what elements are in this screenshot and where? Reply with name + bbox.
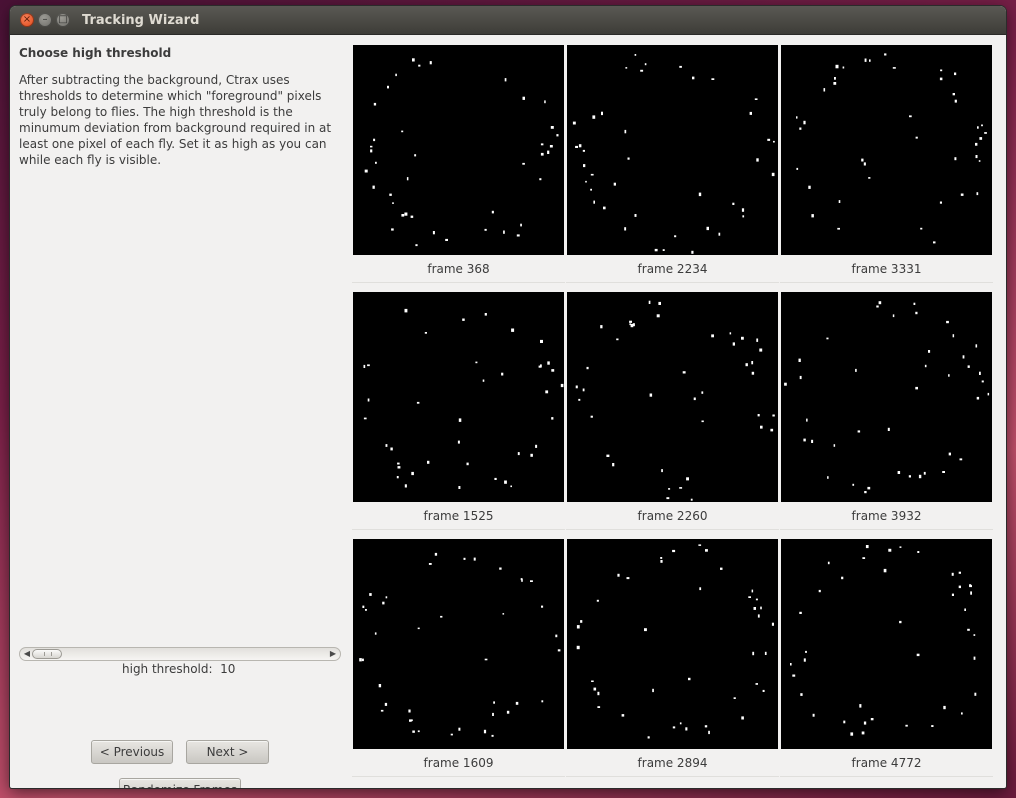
frame-image [781,45,992,255]
wizard-content: Choose high threshold After subtracting … [10,35,1006,788]
frame-cell: frame 4772 [780,529,993,777]
frame-cell: frame 368 [352,35,565,283]
frame-cell: frame 3331 [780,35,993,283]
frame-caption: frame 1609 [352,749,565,777]
frame-caption: frame 2260 [566,502,779,530]
frame-image [353,45,564,255]
frame-image [567,45,778,255]
fly-pixels [575,300,775,501]
fly-pixels [359,552,561,737]
frame-caption: frame 368 [352,255,565,283]
step-description: After subtracting the background, Ctrax … [19,73,332,167]
maximize-button[interactable]: □ [56,13,70,27]
frame-cell: frame 1525 [352,282,565,530]
minimize-button[interactable]: – [38,13,52,27]
frame-image [567,539,778,749]
wizard-window: × – □ Tracking Wizard Choose high thresh… [10,6,1006,788]
slider-right-arrow-icon[interactable]: ▶ [327,648,339,660]
frame-cell: frame 1609 [352,529,565,777]
frame-caption: frame 4772 [780,749,993,777]
settings-panel: Choose high threshold After subtracting … [10,35,350,788]
frame-caption: frame 2234 [566,255,779,283]
title-bar: × – □ Tracking Wizard [10,6,1006,35]
high-threshold-slider[interactable]: ◀ ▶ [19,647,341,661]
fly-pixels [576,544,774,739]
close-icon: × [22,14,32,25]
randomize-frames-button[interactable]: Randomize Frames [119,778,241,788]
fly-pixels [363,308,564,489]
previous-button[interactable]: < Previous [91,740,173,764]
frame-caption: frame 1525 [352,502,565,530]
frame-caption: frame 3932 [780,502,993,530]
frame-cell: frame 2234 [566,35,779,283]
close-button[interactable]: × [20,13,34,27]
fly-pixels [790,545,977,736]
fly-pixels [572,54,775,254]
window-title: Tracking Wizard [82,12,200,28]
next-button[interactable]: Next > [186,740,269,764]
fly-pixels [784,301,990,494]
maximize-icon: □ [58,14,68,25]
frame-image [567,292,778,502]
frame-caption: frame 2894 [566,749,779,777]
frame-caption: frame 3331 [780,255,993,283]
frame-cell: frame 2894 [566,529,779,777]
frame-cell: frame 3932 [780,282,993,530]
frame-image [781,292,992,502]
frame-grid: frame 368 frame 2234 frame 3331 frame 15… [352,35,993,788]
frame-cell: frame 2260 [566,282,779,530]
step-heading: Choose high threshold [19,46,172,60]
frame-image [781,539,992,749]
threshold-readout: high threshold: 10 [122,662,236,676]
frame-image [353,292,564,502]
fly-pixels [796,53,987,244]
minimize-icon: – [42,14,48,25]
slider-thumb[interactable] [32,649,62,659]
fly-pixels [364,58,559,247]
frame-image [353,539,564,749]
